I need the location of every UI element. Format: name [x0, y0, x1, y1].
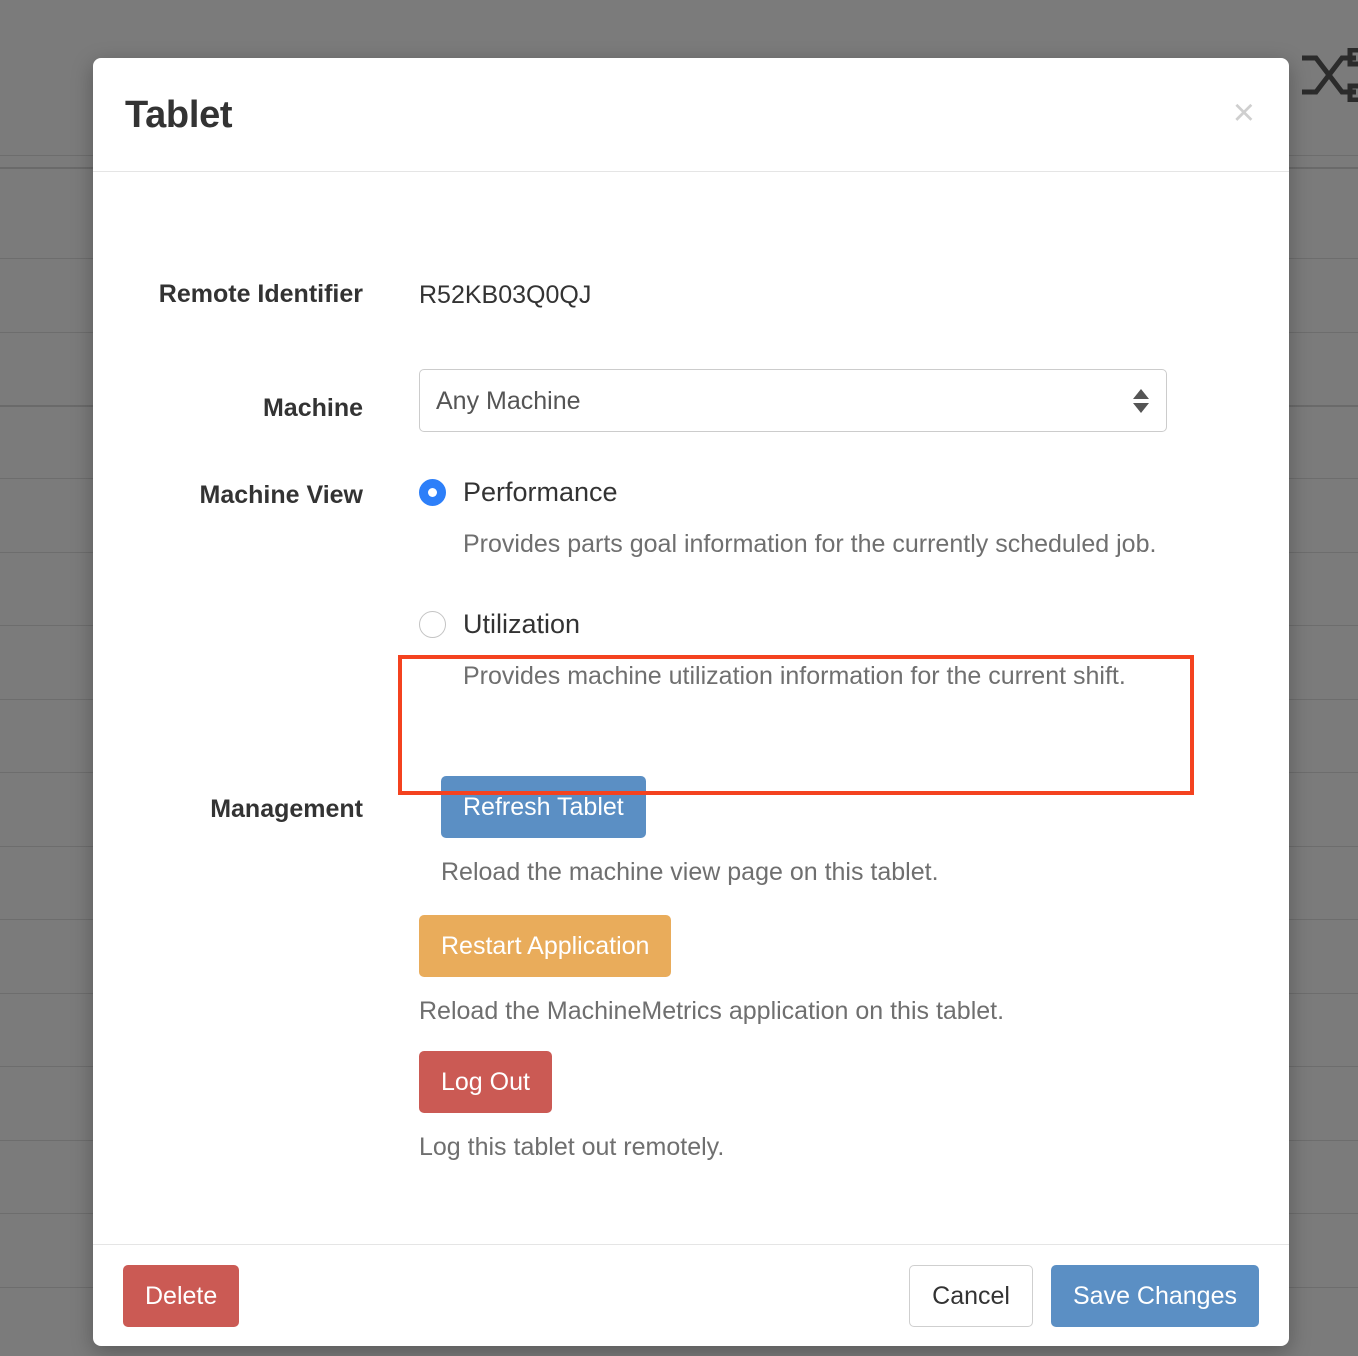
- modal-body: Remote Identifier R52KB03Q0QJ Machine An…: [93, 172, 1289, 1244]
- save-changes-button[interactable]: Save Changes: [1050, 1265, 1259, 1327]
- radio-performance[interactable]: [419, 479, 446, 506]
- log-out-help: Log this tablet out remotely.: [419, 1133, 725, 1161]
- radio-performance-help: Provides parts goal information for the …: [463, 530, 1157, 558]
- radio-utilization-label[interactable]: Utilization: [463, 609, 580, 640]
- modal-footer: Delete Cancel Save Changes: [93, 1244, 1289, 1346]
- tablet-modal: Tablet × Remote Identifier R52KB03Q0QJ M…: [93, 58, 1289, 1346]
- radio-option-performance[interactable]: Performance: [419, 477, 1156, 508]
- remote-identifier-label: Remote Identifier: [158, 280, 363, 308]
- footer-right-actions: Cancel Save Changes: [909, 1265, 1259, 1327]
- page-title: Tablet: [125, 94, 233, 136]
- management-action-refresh: Refresh Tablet Reload the machine view p…: [419, 754, 1004, 887]
- log-out-button[interactable]: Log Out: [419, 1051, 552, 1113]
- machine-view-options: Performance Provides parts goal informat…: [419, 477, 1156, 691]
- close-icon[interactable]: ×: [1225, 90, 1263, 136]
- radio-utilization-help: Provides machine utilization information…: [463, 662, 1126, 690]
- machine-view-label: Machine View: [199, 481, 364, 509]
- refresh-tablet-button[interactable]: Refresh Tablet: [441, 776, 646, 838]
- cancel-button[interactable]: Cancel: [909, 1265, 1033, 1327]
- shuffle-icon[interactable]: [1300, 47, 1358, 107]
- radio-utilization[interactable]: [419, 611, 446, 638]
- machine-select[interactable]: Any Machine: [419, 369, 1167, 432]
- management-action-logout: Log Out Log this tablet out remotely.: [419, 1026, 1004, 1162]
- management-label: Management: [210, 795, 363, 823]
- radio-option-utilization[interactable]: Utilization: [419, 609, 1156, 640]
- radio-performance-label[interactable]: Performance: [463, 477, 618, 508]
- refresh-tablet-help: Reload the machine view page on this tab…: [441, 858, 939, 886]
- modal-header: Tablet ×: [93, 58, 1289, 172]
- management-action-restart: Restart Application Reload the MachineMe…: [419, 887, 1004, 1026]
- remote-identifier-value: R52KB03Q0QJ: [419, 281, 592, 309]
- delete-button[interactable]: Delete: [123, 1265, 240, 1327]
- machine-label: Machine: [262, 394, 363, 422]
- management-actions: Refresh Tablet Reload the machine view p…: [419, 754, 1004, 1162]
- restart-application-button[interactable]: Restart Application: [419, 915, 672, 977]
- machine-select-wrapper: Any Machine: [419, 369, 1167, 432]
- footer-left-actions: Delete: [123, 1265, 240, 1327]
- restart-application-help: Reload the MachineMetrics application on…: [419, 997, 1005, 1025]
